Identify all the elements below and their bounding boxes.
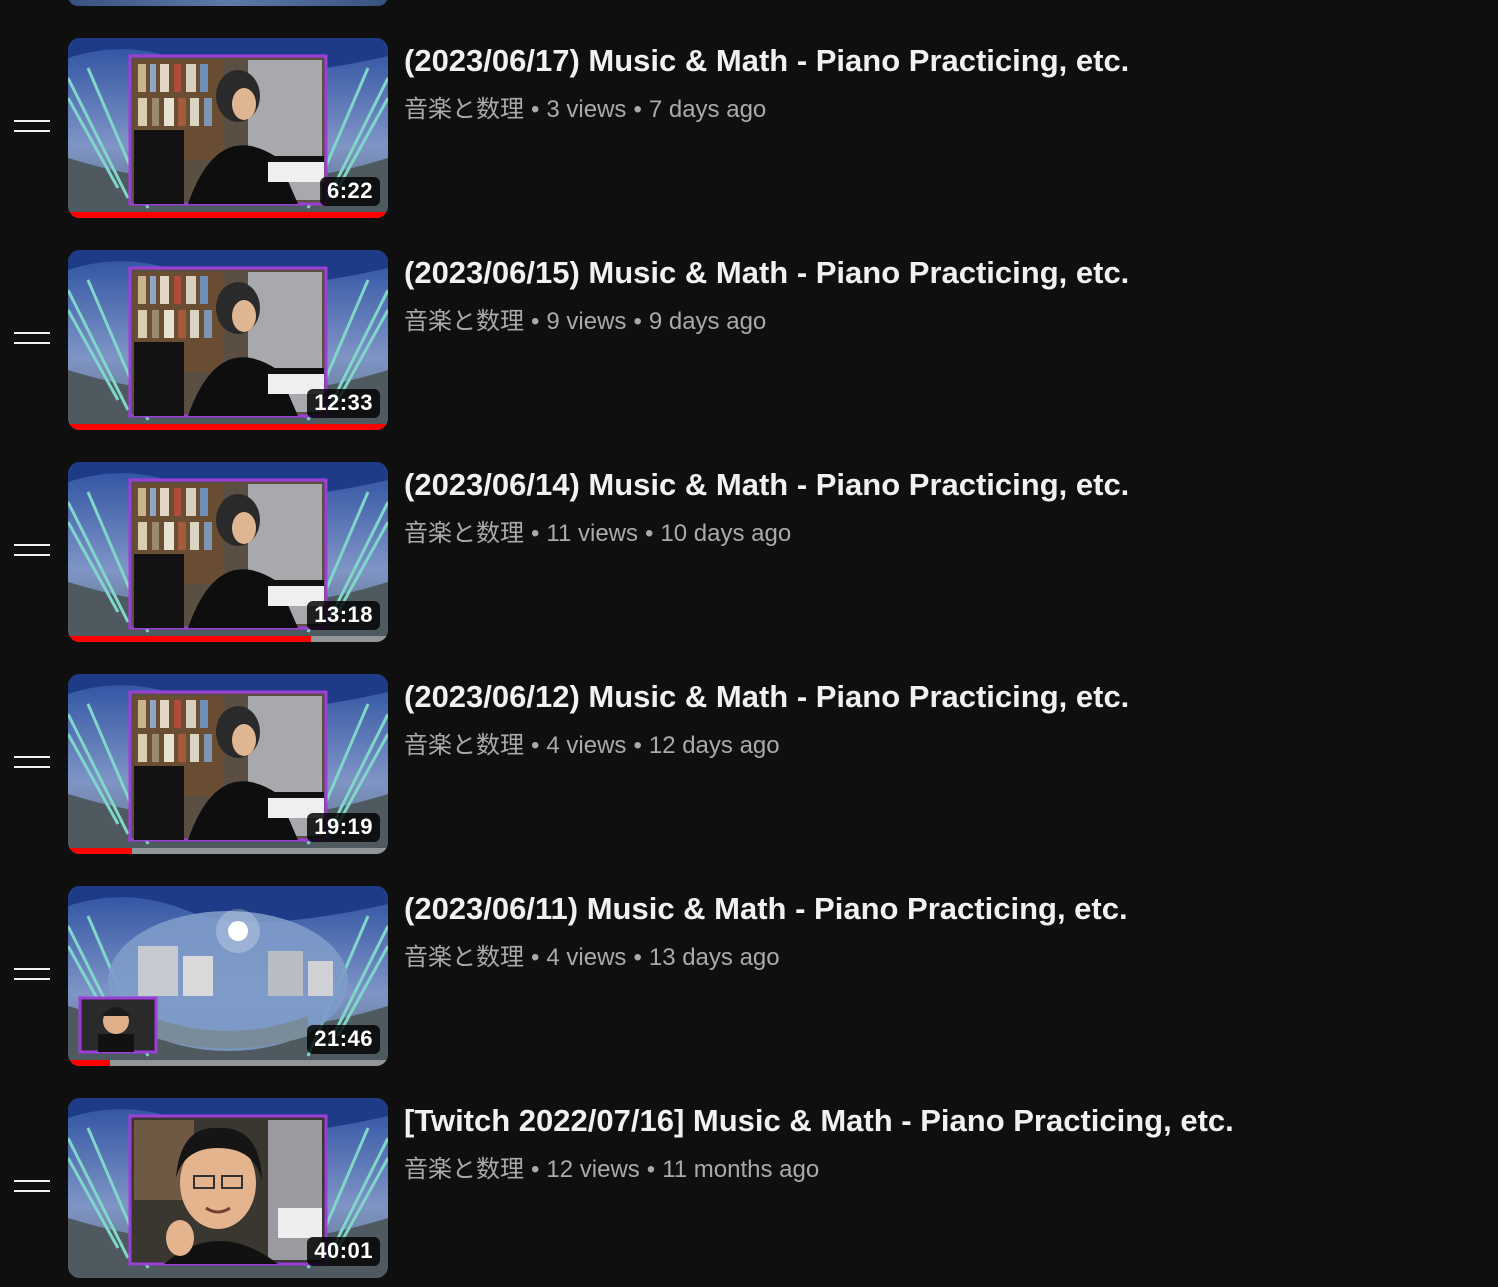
video-duration-badge: 12:33 [307, 389, 380, 418]
watch-progress-fill [68, 212, 388, 218]
channel-name-link[interactable]: 音楽と数理 [404, 1156, 524, 1183]
meta-separator: • [531, 520, 540, 547]
view-count: 4 views [546, 732, 627, 759]
video-info: (2023/06/14) Music & Math - Piano Practi… [404, 464, 1464, 550]
playlist-video-row: 40:01 [Twitch 2022/07/16] Music & Math -… [0, 1098, 1498, 1278]
video-info: (2023/06/12) Music & Math - Piano Practi… [404, 676, 1464, 762]
drag-handle-icon[interactable] [14, 544, 50, 558]
upload-age: 13 days ago [648, 944, 780, 971]
previous-video-thumbnail[interactable] [68, 0, 388, 6]
video-thumbnail[interactable]: 40:01 [68, 1098, 388, 1278]
video-title-link[interactable]: (2023/06/14) Music & Math - Piano Practi… [404, 464, 1464, 506]
playlist-video-row: 13:18 (2023/06/14) Music & Math - Piano … [0, 462, 1498, 642]
view-count: 9 views [546, 308, 627, 335]
playlist-video-row: 6:22 (2023/06/17) Music & Math - Piano P… [0, 38, 1498, 218]
watch-progress-fill [68, 424, 388, 430]
video-metadata: 音楽と数理 • 12 views • 11 months ago [404, 1154, 1464, 1186]
video-thumbnail[interactable]: 12:33 [68, 250, 388, 430]
video-metadata: 音楽と数理 • 9 views • 9 days ago [404, 306, 1464, 338]
meta-separator: • [633, 96, 642, 123]
view-count: 3 views [546, 96, 627, 123]
video-metadata: 音楽と数理 • 11 views • 10 days ago [404, 518, 1464, 550]
watch-progress-bar [68, 212, 388, 218]
video-title-link[interactable]: [Twitch 2022/07/16] Music & Math - Piano… [404, 1100, 1464, 1142]
video-info: (2023/06/15) Music & Math - Piano Practi… [404, 252, 1464, 338]
video-metadata: 音楽と数理 • 4 views • 12 days ago [404, 730, 1464, 762]
channel-name-link[interactable]: 音楽と数理 [404, 732, 524, 759]
video-title-link[interactable]: (2023/06/11) Music & Math - Piano Practi… [404, 888, 1464, 930]
meta-separator: • [531, 308, 540, 335]
watch-progress-bar [68, 1060, 388, 1066]
watch-progress-fill [68, 848, 132, 854]
watch-progress-bar [68, 636, 388, 642]
video-duration-badge: 19:19 [307, 813, 380, 842]
watch-progress-fill [68, 636, 311, 642]
video-title-link[interactable]: (2023/06/15) Music & Math - Piano Practi… [404, 252, 1464, 294]
drag-handle-icon[interactable] [14, 332, 50, 346]
video-info: (2023/06/11) Music & Math - Piano Practi… [404, 888, 1464, 974]
channel-name-link[interactable]: 音楽と数理 [404, 96, 524, 123]
channel-name-link[interactable]: 音楽と数理 [404, 520, 524, 547]
upload-age: 10 days ago [660, 520, 792, 547]
video-title-link[interactable]: (2023/06/12) Music & Math - Piano Practi… [404, 676, 1464, 718]
meta-separator: • [531, 944, 540, 971]
playlist-video-list: 6:22 (2023/06/17) Music & Math - Piano P… [0, 0, 1498, 1287]
video-thumbnail[interactable]: 19:19 [68, 674, 388, 854]
watch-progress-fill [68, 1060, 110, 1066]
video-duration-badge: 40:01 [307, 1237, 380, 1266]
video-thumbnail[interactable]: 13:18 [68, 462, 388, 642]
upload-age: 12 days ago [648, 732, 780, 759]
playlist-video-row: 19:19 (2023/06/12) Music & Math - Piano … [0, 674, 1498, 854]
meta-separator: • [633, 308, 642, 335]
video-info: (2023/06/17) Music & Math - Piano Practi… [404, 40, 1464, 126]
meta-separator: • [645, 520, 654, 547]
video-thumbnail[interactable]: 21:46 [68, 886, 388, 1066]
upload-age: 7 days ago [648, 96, 767, 123]
channel-name-link[interactable]: 音楽と数理 [404, 944, 524, 971]
meta-separator: • [531, 96, 540, 123]
watch-progress-bar [68, 424, 388, 430]
video-metadata: 音楽と数理 • 4 views • 13 days ago [404, 942, 1464, 974]
drag-handle-icon[interactable] [14, 756, 50, 770]
video-metadata: 音楽と数理 • 3 views • 7 days ago [404, 94, 1464, 126]
drag-handle-icon[interactable] [14, 968, 50, 982]
video-info: [Twitch 2022/07/16] Music & Math - Piano… [404, 1100, 1464, 1186]
playlist-video-row: 21:46 (2023/06/11) Music & Math - Piano … [0, 886, 1498, 1066]
meta-separator: • [646, 1156, 656, 1183]
view-count: 4 views [546, 944, 627, 971]
drag-handle-icon[interactable] [14, 1180, 50, 1194]
watch-progress-bar [68, 848, 388, 854]
meta-separator: • [531, 732, 540, 759]
view-count: 11 views [546, 520, 638, 547]
channel-name-link[interactable]: 音楽と数理 [404, 308, 524, 335]
view-count: 12 views [546, 1156, 640, 1183]
drag-handle-icon[interactable] [14, 120, 50, 134]
meta-separator: • [531, 1156, 540, 1183]
playlist-video-row: 12:33 (2023/06/15) Music & Math - Piano … [0, 250, 1498, 430]
video-thumbnail[interactable]: 6:22 [68, 38, 388, 218]
video-duration-badge: 13:18 [307, 601, 380, 630]
meta-separator: • [633, 944, 642, 971]
upload-age: 11 months ago [662, 1156, 820, 1183]
upload-age: 9 days ago [648, 308, 767, 335]
video-duration-badge: 6:22 [319, 177, 380, 206]
meta-separator: • [633, 732, 642, 759]
video-title-link[interactable]: (2023/06/17) Music & Math - Piano Practi… [404, 40, 1464, 82]
video-duration-badge: 21:46 [307, 1025, 380, 1054]
